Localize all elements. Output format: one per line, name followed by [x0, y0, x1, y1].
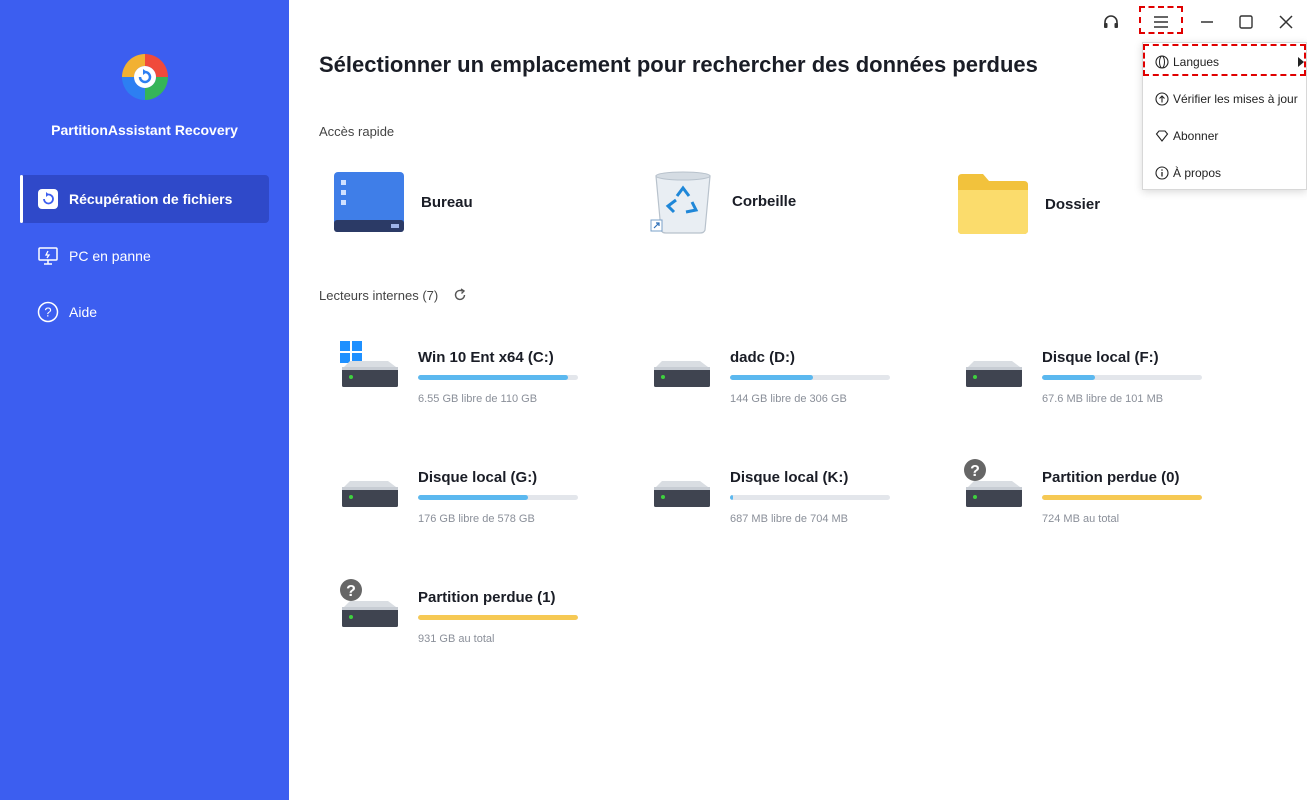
info-icon	[1155, 166, 1169, 180]
internal-drives-label-text: Lecteurs internes (7)	[319, 288, 439, 303]
drive-usage-bar	[1042, 495, 1202, 500]
menu-item-about[interactable]: À propos	[1143, 155, 1307, 191]
page-title: Sélectionner un emplacement pour recherc…	[319, 52, 1038, 77]
drive-item[interactable]: Win 10 Ent x64 (C:) 6.55 GB libre de 110 …	[340, 337, 630, 427]
hard-drive-icon	[966, 361, 1022, 387]
refresh-icon[interactable]	[453, 288, 467, 307]
restore-icon	[37, 188, 59, 210]
diamond-icon	[1155, 130, 1169, 142]
quick-access-label-desktop: Bureau	[421, 193, 473, 211]
menu-item-check-updates[interactable]: Vérifier les mises à jour	[1143, 81, 1307, 117]
sidebar: PartitionAssistant Recovery Récupération…	[0, 0, 289, 800]
drive-info: 687 MB libre de 704 MB	[730, 513, 849, 525]
drive-info: 176 GB libre de 578 GB	[418, 513, 535, 525]
hard-drive-icon	[654, 481, 710, 507]
app-name: PartitionAssistant Recovery	[51, 122, 238, 138]
menu-item-subscribe[interactable]: Abonner	[1143, 118, 1307, 154]
support-headset-icon[interactable]	[1097, 8, 1125, 36]
svg-text:?: ?	[44, 305, 51, 320]
drive-info: 67.6 MB libre de 101 MB	[1042, 393, 1164, 405]
hard-drive-icon	[342, 481, 398, 507]
drive-usage-bar	[1042, 375, 1202, 380]
sidebar-item-label: Aide	[69, 304, 98, 320]
folder-icon	[958, 174, 1028, 234]
drive-name: Disque local (K:)	[730, 469, 849, 486]
drive-usage-bar	[730, 495, 890, 500]
drive-usage-bar	[730, 375, 890, 380]
languages-item-highlight	[1143, 44, 1306, 76]
internal-drives-label: Lecteurs internes (7)	[319, 288, 438, 303]
app-logo-icon	[122, 54, 168, 100]
sidebar-item-label: PC en panne	[69, 248, 151, 264]
drive-item[interactable]: Disque local (F:) 67.6 MB libre de 101 MB	[964, 337, 1254, 427]
hard-drive-icon	[654, 361, 710, 387]
quick-access-label: Accès rapide	[319, 124, 395, 139]
drive-item[interactable]: Disque local (G:) 176 GB libre de 578 GB	[340, 457, 630, 547]
svg-text:?: ?	[346, 583, 356, 600]
drive-name: Partition perdue (1)	[418, 589, 556, 606]
monitor-icon	[37, 245, 59, 267]
drive-name: Disque local (G:)	[418, 469, 538, 486]
question-badge-icon: ?	[340, 579, 362, 601]
drive-item[interactable]: dadc (D:) 144 GB libre de 306 GB	[652, 337, 942, 427]
drive-name: dadc (D:)	[730, 349, 795, 366]
drive-item[interactable]: Disque local (K:) 687 MB libre de 704 MB	[652, 457, 942, 547]
drive-usage-bar	[418, 615, 578, 620]
menu-item-label: À propos	[1173, 166, 1222, 180]
hard-drive-icon: ?	[964, 459, 1022, 507]
quick-access-folder[interactable]: Dossier	[957, 172, 1100, 236]
svg-text:?: ?	[970, 463, 980, 480]
drive-name: Partition perdue (0)	[1042, 469, 1180, 486]
drive-item[interactable]: ? Partition perdue (1) 931 GB au total	[340, 577, 630, 667]
help-icon: ?	[37, 301, 59, 323]
drive-info: 144 GB libre de 306 GB	[730, 393, 847, 405]
update-icon	[1155, 92, 1169, 106]
menu-item-label: Vérifier les mises à jour	[1173, 92, 1298, 106]
maximize-icon[interactable]	[1232, 8, 1260, 36]
question-badge-icon: ?	[964, 459, 986, 481]
quick-access-label-recycle-bin: Corbeille	[732, 192, 797, 210]
hard-drive-icon	[340, 341, 398, 387]
sidebar-item-help[interactable]: ? Aide	[20, 288, 269, 336]
quick-access-label-folder: Dossier	[1045, 195, 1101, 213]
close-icon[interactable]	[1272, 8, 1300, 36]
menu-item-label: Abonner	[1173, 129, 1219, 143]
menu-button-highlight	[1139, 6, 1183, 34]
sidebar-item-pc-crash[interactable]: PC en panne	[20, 232, 269, 280]
quick-access-recycle-bin[interactable]: Corbeille	[650, 168, 796, 234]
drive-name: Win 10 Ent x64 (C:)	[418, 349, 554, 366]
drive-info: 6.55 GB libre de 110 GB	[418, 393, 538, 405]
drive-usage-bar	[418, 375, 578, 380]
minimize-icon[interactable]	[1193, 8, 1221, 36]
hard-drive-icon: ?	[340, 579, 398, 627]
recycle-bin-icon	[650, 171, 711, 234]
drive-info: 931 GB au total	[418, 633, 495, 645]
drive-usage-bar	[418, 495, 578, 500]
drive-item[interactable]: ? Partition perdue (0) 724 MB au total	[964, 457, 1254, 547]
drive-name: Disque local (F:)	[1042, 349, 1159, 366]
sidebar-item-file-recovery[interactable]: Récupération de fichiers	[20, 175, 269, 223]
sidebar-item-label: Récupération de fichiers	[69, 191, 233, 207]
drive-info: 724 MB au total	[1042, 513, 1120, 525]
desktop-icon	[334, 172, 404, 232]
quick-access-desktop[interactable]: Bureau	[333, 170, 473, 234]
windows-logo-icon	[340, 341, 362, 363]
